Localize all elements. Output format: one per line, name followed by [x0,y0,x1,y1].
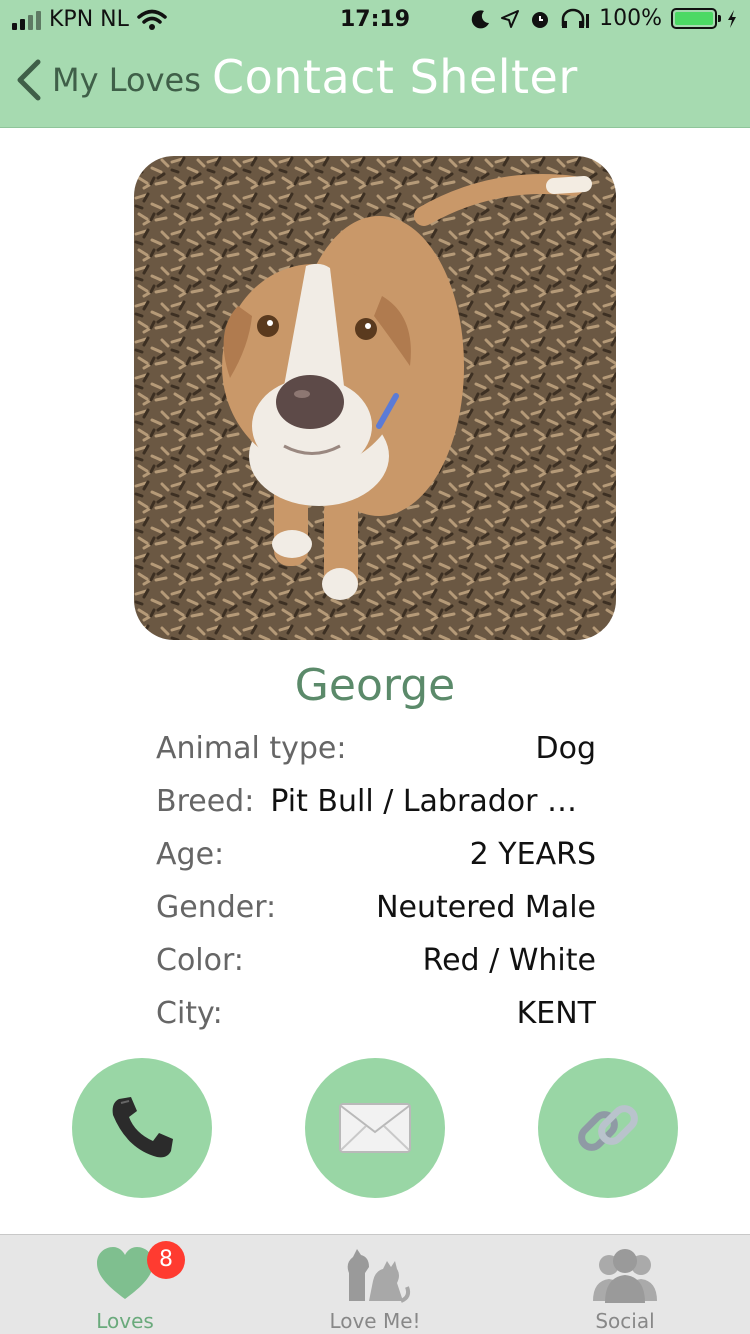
location-icon [501,9,520,28]
chevron-left-icon [17,59,41,101]
detail-row-age: Age: 2 YEARS [156,828,596,881]
tab-label: Loves [96,1309,154,1333]
pets-icon [347,1249,411,1303]
phone-icon [112,1097,173,1158]
detail-row-animal-type: Animal type: Dog [156,722,596,775]
battery-icon [671,8,721,29]
alarm-icon [532,11,549,28]
detail-row-gender: Gender: Neutered Male [156,881,596,934]
envelope-icon [339,1103,411,1153]
call-button[interactable] [72,1058,212,1198]
tab-label: Social [595,1309,655,1333]
back-button[interactable]: My Loves [14,58,201,102]
email-button[interactable] [305,1058,445,1198]
link-icon [578,1105,638,1151]
pet-name: George [294,660,456,711]
tab-bar: 8 Loves Love Me! Social [0,1234,750,1334]
tab-label: Love Me! [329,1309,421,1333]
tab-social[interactable]: Social [500,1235,750,1334]
pet-details: Animal type: Dog Breed: Pit Bull / Labra… [156,722,596,1040]
detail-value: Neutered Male [376,890,596,925]
detail-row-color: Color: Red / White [156,934,596,987]
battery-percent: 100% [599,6,662,31]
dog-photo [134,156,616,640]
detail-label: City: [156,996,223,1031]
moon-icon [471,9,490,28]
detail-value: Dog [535,731,597,766]
link-button[interactable] [538,1058,678,1198]
charging-icon [728,9,736,28]
people-icon [593,1249,657,1303]
detail-value: KENT [516,996,596,1031]
pet-photo [134,156,616,640]
detail-label: Gender: [156,890,277,925]
battery-level [675,12,713,25]
tab-love-me[interactable]: Love Me! [250,1235,500,1334]
detail-value: 2 YEARS [469,837,596,872]
detail-label: Animal type: [156,731,347,766]
detail-value: Pit Bull / Labrador Re… [270,784,596,819]
contact-actions [0,1058,750,1198]
detail-row-city: City: KENT [156,987,596,1040]
tab-badge: 8 [147,1241,185,1279]
tab-loves[interactable]: 8 Loves [0,1235,250,1334]
detail-row-breed: Breed: Pit Bull / Labrador Re… [156,775,596,828]
page-title: Contact Shelter [212,50,578,104]
back-label: My Loves [52,61,201,99]
header: KPN NL 17:19 100% My Loves Contact Shelt… [0,0,750,128]
detail-value: Red / White [422,943,596,978]
detail-label: Breed: [156,784,255,819]
detail-label: Color: [156,943,244,978]
detail-label: Age: [156,837,225,872]
status-right: 100% [471,6,738,31]
status-bar: KPN NL 17:19 100% [0,0,750,40]
nav-bar: My Loves Contact Shelter [0,40,750,128]
headphones-icon [561,8,590,28]
